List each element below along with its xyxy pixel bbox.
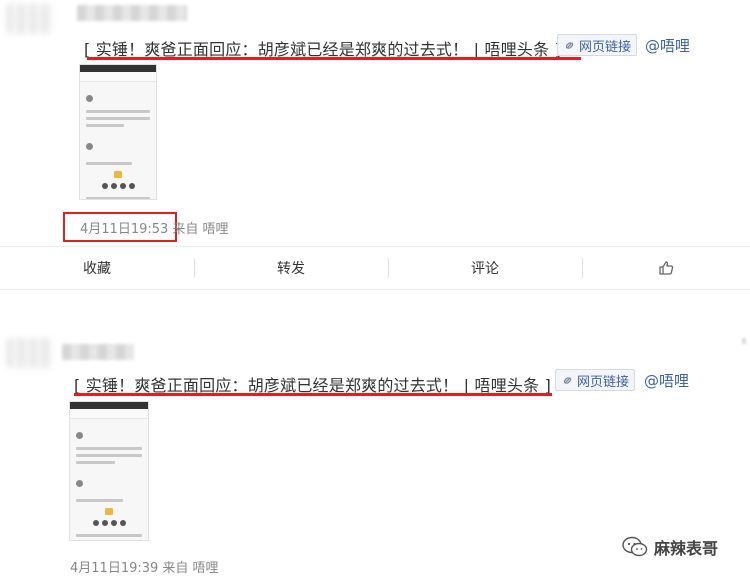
mention-link[interactable]: @唔哩: [645, 35, 690, 56]
post-action-bar: 收藏 转发 评论: [0, 248, 750, 288]
divider: [0, 246, 750, 247]
favorite-button[interactable]: 收藏: [0, 248, 194, 288]
post-image-thumbnail[interactable]: [69, 401, 149, 541]
web-link-label: 网页链接: [579, 39, 632, 55]
web-link-label: 网页链接: [577, 374, 630, 390]
mention-link[interactable]: @唔哩: [644, 370, 689, 391]
comment-label: 评论: [471, 261, 499, 277]
like-button[interactable]: [582, 248, 750, 288]
link-icon: [563, 39, 576, 52]
headline-highlight-underline: [74, 393, 552, 396]
avatar[interactable]: [6, 4, 52, 34]
wechat-icon: [622, 536, 648, 558]
post-image-thumbnail[interactable]: [79, 64, 157, 200]
headline-highlight-underline: [87, 57, 581, 60]
post-timestamp[interactable]: 4月11日19:53: [80, 222, 168, 237]
watermark: 麻辣表哥: [622, 535, 718, 559]
web-link-chip[interactable]: 网页链接: [555, 369, 636, 391]
watermark-text: 麻辣表哥: [654, 539, 719, 558]
web-link-chip[interactable]: 网页链接: [557, 34, 638, 56]
comment-button[interactable]: 评论: [388, 248, 582, 288]
thumbs-up-icon: [658, 260, 674, 276]
username-blurred[interactable]: [62, 344, 134, 360]
repost-label: 转发: [277, 261, 305, 277]
post-meta: 4月11日19:53 来自 唔哩: [80, 218, 229, 237]
avatar[interactable]: [6, 338, 52, 368]
post-meta: 4月11日19:39 来自 唔哩: [70, 557, 219, 576]
post-source[interactable]: 来自 唔哩: [172, 222, 228, 237]
favorite-label: 收藏: [83, 261, 111, 277]
divider: [0, 289, 750, 290]
post-source[interactable]: 来自 唔哩: [162, 561, 218, 576]
post-timestamp[interactable]: 4月11日19:39: [70, 561, 158, 576]
repost-button[interactable]: 转发: [194, 248, 388, 288]
username-blurred[interactable]: [77, 5, 187, 21]
link-icon: [561, 374, 574, 387]
blur-artifact: [742, 338, 746, 344]
